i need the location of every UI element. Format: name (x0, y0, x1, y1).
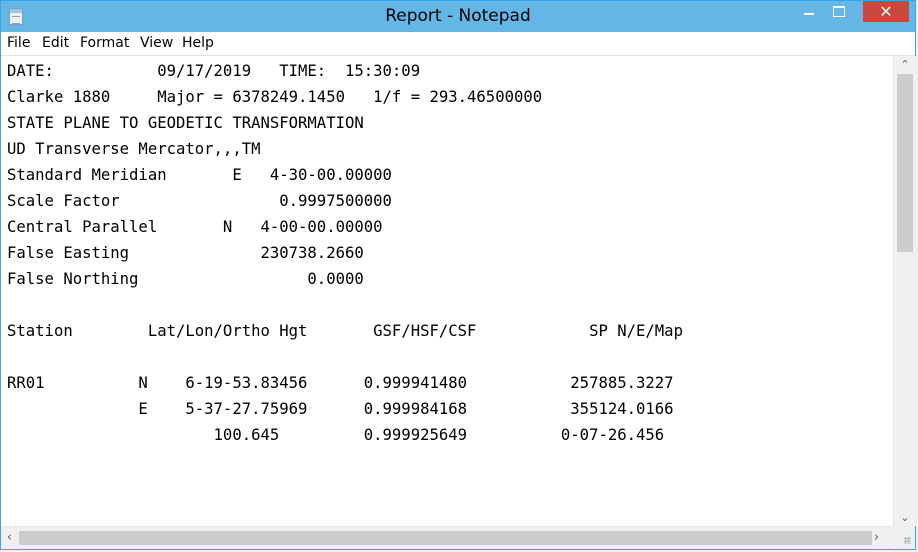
scroll-down-icon[interactable]: ⌄ (894, 509, 916, 526)
text-editor-area[interactable]: DATE: 09/17/2019 TIME: 15:30:09 Clarke 1… (1, 56, 893, 526)
menu-bar: File Edit Format View Help (1, 32, 915, 56)
vertical-scrollbar[interactable]: ⌃ ⌄ (893, 56, 916, 526)
notepad-window: Report - Notepad ✕ File Edit Format View… (0, 0, 916, 550)
menu-view[interactable]: View (140, 32, 173, 55)
text-line-scale-factor: Scale Factor 0.9997500000 (7, 192, 392, 210)
scroll-up-icon[interactable]: ⌃ (894, 56, 916, 73)
text-line-central-parallel: Central Parallel N 4-00-00.00000 (7, 218, 383, 236)
text-line-projection: UD Transverse Mercator,,,TM (7, 140, 261, 158)
horizontal-scrollbar[interactable]: ‹ › (1, 526, 893, 549)
text-line-date: DATE: 09/17/2019 TIME: 15:30:09 (7, 62, 421, 80)
window-title: Report - Notepad (385, 6, 531, 26)
maximize-button[interactable] (825, 1, 853, 22)
menu-format[interactable]: Format (80, 32, 129, 55)
editor: DATE: 09/17/2019 TIME: 15:30:09 Clarke 1… (1, 56, 916, 549)
text-line-station-east: E 5-37-27.75969 0.999984168 355124.0166 (7, 400, 674, 418)
close-icon: ✕ (879, 2, 893, 21)
resize-grip-icon[interactable] (893, 526, 915, 548)
title-bar[interactable]: Report - Notepad ✕ (1, 1, 915, 32)
text-line-standard-meridian: Standard Meridian E 4-30-00.00000 (7, 166, 392, 184)
horizontal-scroll-thumb[interactable] (19, 531, 872, 545)
close-button[interactable]: ✕ (863, 1, 909, 22)
text-line-false-easting: False Easting 230738.2660 (7, 244, 364, 262)
menu-help[interactable]: Help (182, 32, 214, 55)
text-line-column-headers: Station Lat/Lon/Ortho Hgt GSF/HSF/CSF SP… (7, 322, 683, 340)
menu-edit[interactable]: Edit (42, 32, 69, 55)
text-line-station-north: RR01 N 6-19-53.83456 0.999941480 257885.… (7, 374, 674, 392)
text-line-station-height: 100.645 0.999925649 0-07-26.456 (7, 426, 665, 444)
text-line-false-northing: False Northing 0.0000 (7, 270, 364, 288)
minimize-button[interactable] (795, 1, 823, 22)
text-line-transformation: STATE PLANE TO GEODETIC TRANSFORMATION (7, 114, 364, 132)
scroll-right-icon[interactable]: › (868, 527, 885, 549)
menu-file[interactable]: File (7, 32, 30, 55)
vertical-scroll-thumb[interactable] (897, 74, 913, 252)
scroll-left-icon[interactable]: ‹ (1, 527, 18, 549)
text-line-ellipsoid: Clarke 1880 Major = 6378249.1450 1/f = 2… (7, 88, 543, 106)
